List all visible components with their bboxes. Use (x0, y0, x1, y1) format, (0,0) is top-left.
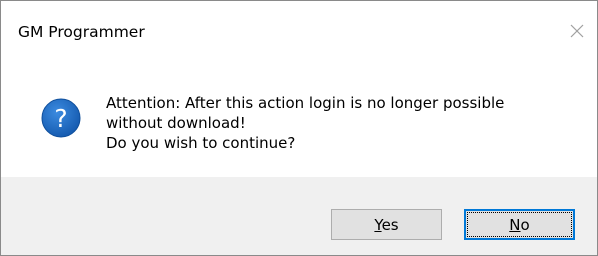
title-bar[interactable]: GM Programmer (1, 1, 597, 63)
message-line-2: without download! (106, 114, 246, 132)
message-dialog: GM Programmer ? Attention: After this ac… (0, 0, 598, 256)
yes-button-label: Yes (374, 216, 398, 234)
message-line-3: Do you wish to continue? (106, 134, 296, 152)
window-title: GM Programmer (18, 23, 145, 41)
no-button[interactable]: No (464, 209, 575, 240)
question-glyph: ? (54, 104, 67, 133)
no-button-label: No (509, 216, 529, 234)
dialog-body: ? Attention: After this action login is … (1, 63, 597, 177)
no-label-rest: o (520, 215, 530, 234)
close-button[interactable] (567, 21, 587, 41)
message-line-1: Attention: After this action login is no… (106, 94, 505, 112)
yes-label-rest: es (381, 215, 399, 234)
dialog-message: Attention: After this action login is no… (106, 93, 576, 153)
yes-mnemonic: Y (374, 215, 382, 234)
close-icon (567, 21, 587, 41)
button-bar: Yes No (1, 177, 597, 255)
yes-button[interactable]: Yes (331, 209, 442, 240)
no-mnemonic: N (509, 215, 521, 234)
question-icon: ? (41, 98, 81, 138)
